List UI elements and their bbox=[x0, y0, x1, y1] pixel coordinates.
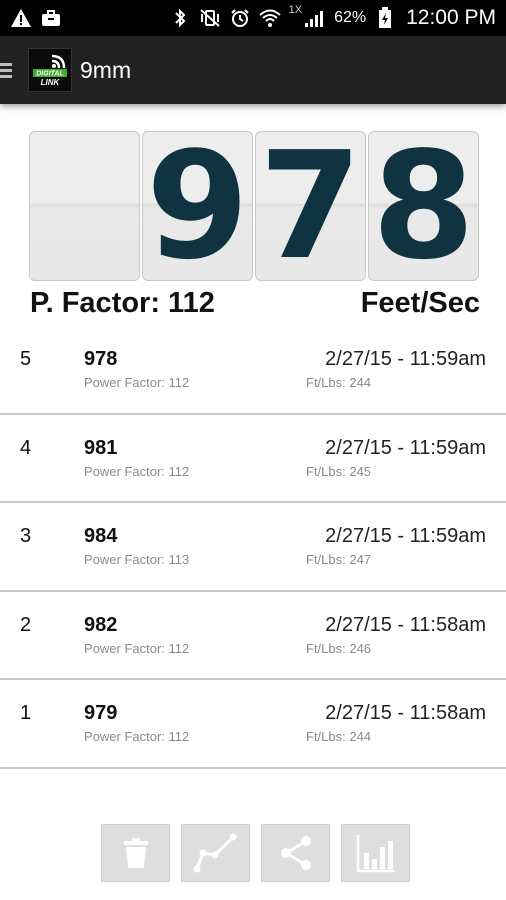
shot-power-factor: Power Factor: 112 bbox=[84, 375, 190, 390]
notification-icons bbox=[10, 8, 62, 28]
counter-digit bbox=[29, 131, 140, 281]
bluetooth-icon bbox=[169, 8, 191, 28]
shot-number: 2 bbox=[20, 613, 32, 636]
share-icon bbox=[280, 836, 311, 870]
shot-power-factor: Power Factor: 112 bbox=[84, 463, 190, 479]
bar-chart-icon bbox=[356, 835, 394, 873]
warning-icon bbox=[10, 8, 32, 28]
shot-timestamp: 2/27/15 - 11:59am bbox=[325, 436, 486, 459]
line-graph-button[interactable] bbox=[181, 824, 250, 882]
delete-button[interactable] bbox=[101, 824, 170, 882]
shot-velocity: 979 bbox=[84, 702, 118, 724]
bottom-toolbar bbox=[101, 824, 410, 882]
network-type-label: 1X bbox=[288, 4, 303, 16]
battery-percent: 62% bbox=[334, 9, 367, 26]
status-bar: 1X 62% 12:00 PM bbox=[0, 0, 506, 36]
velocity-unit: Feet/Sec bbox=[360, 287, 480, 319]
shot-number: 4 bbox=[20, 436, 32, 459]
power-factor-summary: P. Factor: 112 bbox=[30, 287, 215, 319]
action-bar: DIGITAL LINK 9mm bbox=[0, 36, 506, 104]
signal-icon bbox=[304, 8, 326, 28]
shot-energy: Ft/Lbs: 244 bbox=[306, 729, 372, 744]
alarm-icon bbox=[229, 8, 251, 28]
shot-energy: Ft/Lbs: 247 bbox=[306, 552, 372, 567]
vibrate-mute-icon bbox=[199, 8, 221, 28]
page-title: 9mm bbox=[80, 56, 132, 83]
share-button[interactable] bbox=[261, 824, 330, 882]
battery-charging-icon bbox=[374, 7, 396, 28]
shot-row[interactable]: 2 982 Power Factor: 112 2/27/15 - 11:58a… bbox=[0, 592, 506, 680]
shot-row[interactable]: 4 981 Power Factor: 112 2/27/15 - 11:59a… bbox=[0, 415, 506, 503]
shot-number: 1 bbox=[20, 702, 32, 724]
shot-number: 5 bbox=[20, 348, 32, 370]
line-graph-icon bbox=[193, 833, 236, 873]
shot-row[interactable]: 5 978 Power Factor: 112 2/27/15 - 11:59a… bbox=[0, 326, 506, 415]
app-logo[interactable]: DIGITAL LINK bbox=[28, 48, 72, 92]
svg-text:LINK: LINK bbox=[41, 78, 61, 87]
summary-row: P. Factor: 112 Feet/Sec bbox=[30, 287, 480, 320]
shot-power-factor: Power Factor: 113 bbox=[84, 552, 190, 567]
shot-energy: Ft/Lbs: 244 bbox=[306, 375, 372, 390]
shot-timestamp: 2/27/15 - 11:59am bbox=[325, 348, 486, 370]
svg-text:DIGITAL: DIGITAL bbox=[36, 71, 63, 78]
shot-row[interactable]: 3 984 Power Factor: 113 2/27/15 - 11:59a… bbox=[0, 503, 506, 592]
stats-button[interactable] bbox=[341, 824, 410, 882]
trash-icon bbox=[123, 838, 148, 868]
velocity-counter: 9 7 8 bbox=[29, 131, 479, 281]
counter-digit: 7 bbox=[255, 131, 366, 281]
wifi-icon bbox=[258, 8, 281, 28]
shot-number: 3 bbox=[20, 525, 32, 547]
digital-link-logo-icon: DIGITAL LINK bbox=[33, 54, 67, 87]
counter-digit: 9 bbox=[142, 131, 253, 281]
shot-velocity: 982 bbox=[84, 613, 118, 636]
menu-icon[interactable] bbox=[0, 62, 14, 78]
shot-row[interactable]: 1 979 Power Factor: 112 2/27/15 - 11:58a… bbox=[0, 680, 506, 769]
shot-power-factor: Power Factor: 112 bbox=[84, 729, 190, 744]
counter-digit: 8 bbox=[368, 131, 479, 281]
shot-energy: Ft/Lbs: 245 bbox=[306, 463, 372, 479]
shot-timestamp: 2/27/15 - 11:58am bbox=[325, 702, 486, 724]
shot-power-factor: Power Factor: 112 bbox=[84, 640, 190, 656]
shot-energy: Ft/Lbs: 246 bbox=[306, 640, 372, 656]
shot-velocity: 984 bbox=[84, 525, 118, 547]
shot-timestamp: 2/27/15 - 11:59am bbox=[325, 525, 486, 547]
shot-list: 5 978 Power Factor: 112 2/27/15 - 11:59a… bbox=[0, 326, 506, 769]
briefcase-icon bbox=[40, 8, 62, 28]
system-status: 1X 62% 12:00 PM bbox=[169, 4, 496, 30]
shot-velocity: 978 bbox=[84, 348, 118, 370]
shot-timestamp: 2/27/15 - 11:58am bbox=[325, 613, 486, 636]
shot-velocity: 981 bbox=[84, 436, 118, 459]
clock: 12:00 PM bbox=[406, 6, 496, 29]
